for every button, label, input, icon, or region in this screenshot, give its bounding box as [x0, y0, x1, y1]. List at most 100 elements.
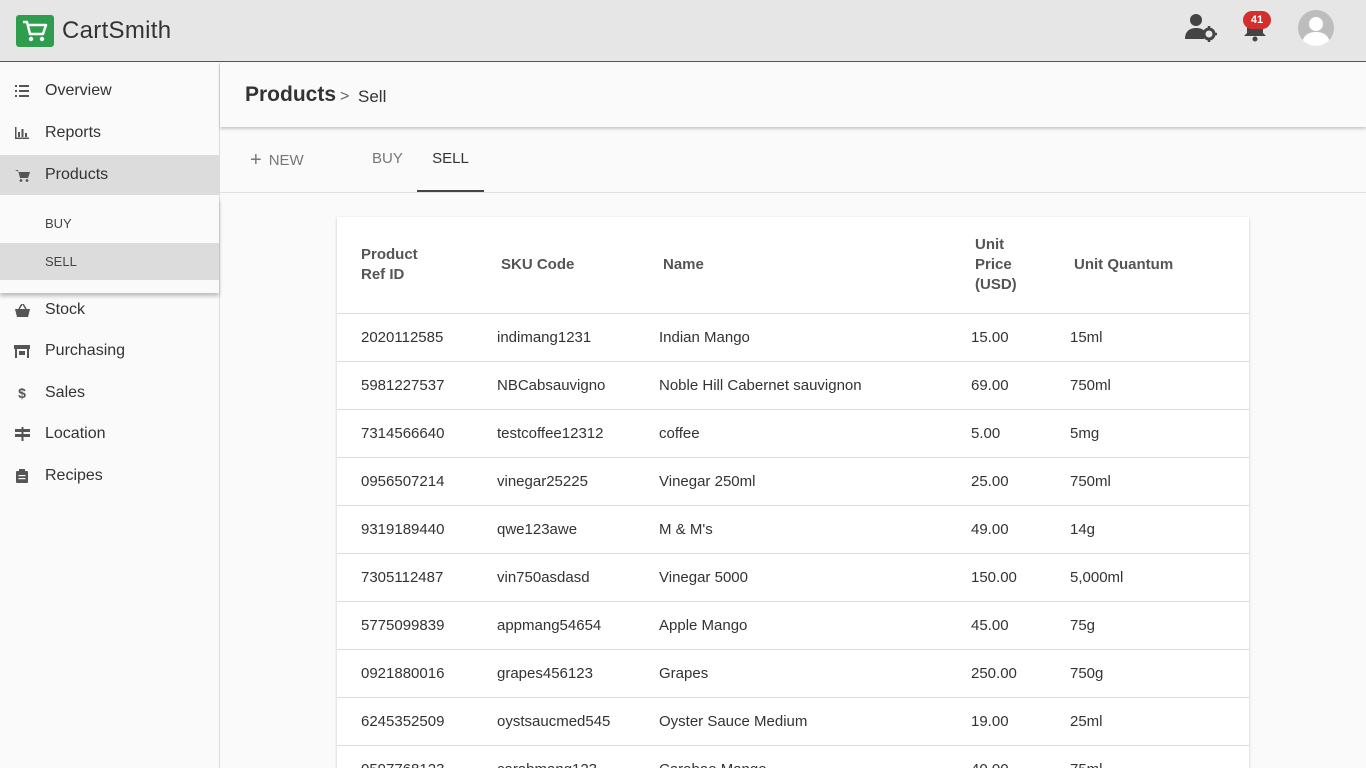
- product-ref-id-cell: 7305112487: [337, 553, 497, 602]
- unit-price-cell: 69.00: [971, 361, 1070, 410]
- sidebar-item-label: Location: [45, 425, 106, 442]
- product-name-cell: Apple Mango: [659, 601, 971, 650]
- cart-logo-icon: [16, 15, 54, 47]
- unit-quantum-cell: 75g: [1070, 601, 1249, 650]
- unit-price-cell: 250.00: [971, 649, 1070, 698]
- tab-label: BUY: [372, 150, 403, 167]
- sku-code-cell: indimang1231: [497, 313, 659, 362]
- product-ref-id-cell: 7314566640: [337, 409, 497, 458]
- submenu-item-buy[interactable]: BUY: [0, 205, 219, 242]
- sidebar-item-overview[interactable]: Overview: [0, 71, 219, 111]
- tab-sell[interactable]: SELL: [417, 128, 484, 192]
- sidebar-item-label: Products: [45, 166, 109, 183]
- product-name-cell: Vinegar 250ml: [659, 457, 971, 506]
- product-ref-id-cell: 5775099839: [337, 601, 497, 650]
- plus-icon: +: [250, 149, 262, 171]
- unit-price-cell: 19.00: [971, 697, 1070, 746]
- sku-code-cell: testcoffee12312: [497, 409, 659, 458]
- app-logo[interactable]: CartSmith: [16, 15, 171, 47]
- table-row[interactable]: 5981227537 NBCabsauvigno Noble Hill Cabern…: [337, 361, 1249, 410]
- store-icon: [14, 343, 30, 359]
- sku-code-cell: grapes456123: [497, 649, 659, 698]
- sku-code-cell: appmang54654: [497, 601, 659, 650]
- tab-bar: + NEW BUY SELL: [220, 128, 1366, 193]
- products-table-card: Product Ref ID SKU Code Name Unit Price …: [337, 217, 1249, 768]
- unit-price-cell: 5.00: [971, 409, 1070, 458]
- product-ref-id-cell: 9319189440: [337, 505, 497, 554]
- table-row[interactable]: 5775099839 appmang54654 Apple Mango 45.00 75…: [337, 601, 1249, 650]
- sku-code-cell: vinegar25225: [497, 457, 659, 506]
- sku-code-cell: oystsaucmed545: [497, 697, 659, 746]
- page-title: Products: [245, 83, 337, 106]
- unit-quantum-cell: 750ml: [1070, 361, 1249, 410]
- unit-quantum-cell: 5,000ml: [1070, 553, 1249, 602]
- basket-icon: [14, 302, 30, 318]
- product-name-cell: Noble Hill Cabernet sauvignon: [659, 361, 971, 410]
- table-row[interactable]: 0956507214 vinegar25225 Vinegar 250ml 25.00…: [337, 457, 1249, 506]
- unit-quantum-cell: 5mg: [1070, 409, 1249, 458]
- unit-quantum-cell: 750ml: [1070, 457, 1249, 506]
- sidebar-item-sales[interactable]: $ Sales: [0, 373, 219, 413]
- column-header[interactable]: Unit Quantum: [1070, 217, 1249, 314]
- sidebar-item-purchasing[interactable]: Purchasing: [0, 331, 219, 371]
- submenu-item-label: SELL: [45, 254, 77, 269]
- unit-quantum-cell: 75ml: [1070, 745, 1249, 768]
- column-header[interactable]: Product Ref ID: [337, 217, 497, 314]
- submenu-item-sell[interactable]: SELL: [0, 243, 219, 280]
- sidebar-item-label: Purchasing: [45, 342, 126, 359]
- tab-buy[interactable]: BUY: [372, 128, 403, 192]
- clipboard-icon: [14, 468, 30, 484]
- unit-quantum-cell: 15ml: [1070, 313, 1249, 362]
- sidebar-item-label: Recipes: [45, 467, 103, 484]
- sku-code-cell: vin750asdasd: [497, 553, 659, 602]
- table-row[interactable]: 2020112585 indimang1231 Indian Mango 15.00 1…: [337, 313, 1249, 362]
- sidebar-item-label: Sales: [45, 384, 86, 401]
- table-header-row: Product Ref ID SKU Code Name Unit Price …: [337, 217, 1249, 314]
- sidebar-item-label: Stock: [45, 301, 86, 318]
- sidebar-item-recipes[interactable]: Recipes: [0, 456, 219, 496]
- product-name-cell: Vinegar 5000: [659, 553, 971, 602]
- submenu-item-label: BUY: [45, 216, 72, 231]
- avatar[interactable]: [1298, 10, 1334, 46]
- table-row[interactable]: 9319189440 qwe123awe M & M's 49.00 14g: [337, 505, 1249, 554]
- product-ref-id-cell: 0597768123: [337, 745, 497, 768]
- sku-code-cell: carabmang123: [497, 745, 659, 768]
- column-header[interactable]: Unit Price (USD): [971, 217, 1070, 314]
- products-table: Product Ref ID SKU Code Name Unit Price …: [337, 217, 1249, 768]
- sidebar-item-reports[interactable]: Reports: [0, 113, 219, 153]
- product-name-cell: Oyster Sauce Medium: [659, 697, 971, 746]
- tab-new[interactable]: + NEW: [250, 128, 304, 192]
- sidebar: Overview Reports Products BUY SELL Stock…: [0, 63, 220, 768]
- product-name-cell: coffee: [659, 409, 971, 458]
- sku-code-cell: NBCabsauvigno: [497, 361, 659, 410]
- sidebar-item-location[interactable]: Location: [0, 414, 219, 454]
- table-row[interactable]: 0921880016 grapes456123 Grapes 250.00 750g: [337, 649, 1249, 698]
- table-row[interactable]: 6245352509 oystsaucmed545 Oyster Sauce Med…: [337, 697, 1249, 746]
- column-header[interactable]: Name: [659, 217, 971, 314]
- sidebar-item-label: Reports: [45, 124, 102, 141]
- product-name-cell: Grapes: [659, 649, 971, 698]
- tab-label: NEW: [268, 152, 304, 169]
- unit-price-cell: 45.00: [971, 601, 1070, 650]
- unit-quantum-cell: 25ml: [1070, 697, 1249, 746]
- table-row[interactable]: 7305112487 vin750asdasd Vinegar 5000 150.00…: [337, 553, 1249, 602]
- user-settings-icon[interactable]: [1184, 12, 1218, 47]
- unit-price-cell: 49.00: [971, 505, 1070, 554]
- tab-label: SELL: [432, 150, 469, 167]
- unit-price-cell: 150.00: [971, 553, 1070, 602]
- product-name-cell: Carabao Mango: [659, 745, 971, 768]
- sidebar-item-label: Overview: [45, 82, 112, 99]
- app-name: CartSmith: [62, 17, 172, 44]
- top-bar: CartSmith 41: [0, 0, 1366, 62]
- unit-quantum-cell: 14g: [1070, 505, 1249, 554]
- product-ref-id-cell: 0956507214: [337, 457, 497, 506]
- bar-chart-icon: [14, 125, 30, 141]
- sidebar-item-products[interactable]: Products: [0, 155, 219, 195]
- breadcrumb-separator: >: [340, 88, 350, 105]
- column-header[interactable]: SKU Code: [497, 217, 659, 314]
- table-row[interactable]: 0597768123carabmang123Carabao Mango40.00…: [337, 745, 1249, 768]
- products-submenu: BUY SELL: [0, 198, 219, 293]
- table-row[interactable]: 7314566640 testcoffee12312 coffee 5.00 5mg: [337, 409, 1249, 458]
- product-ref-id-cell: 5981227537: [337, 361, 497, 410]
- sidebar-item-stock[interactable]: Stock: [0, 290, 219, 330]
